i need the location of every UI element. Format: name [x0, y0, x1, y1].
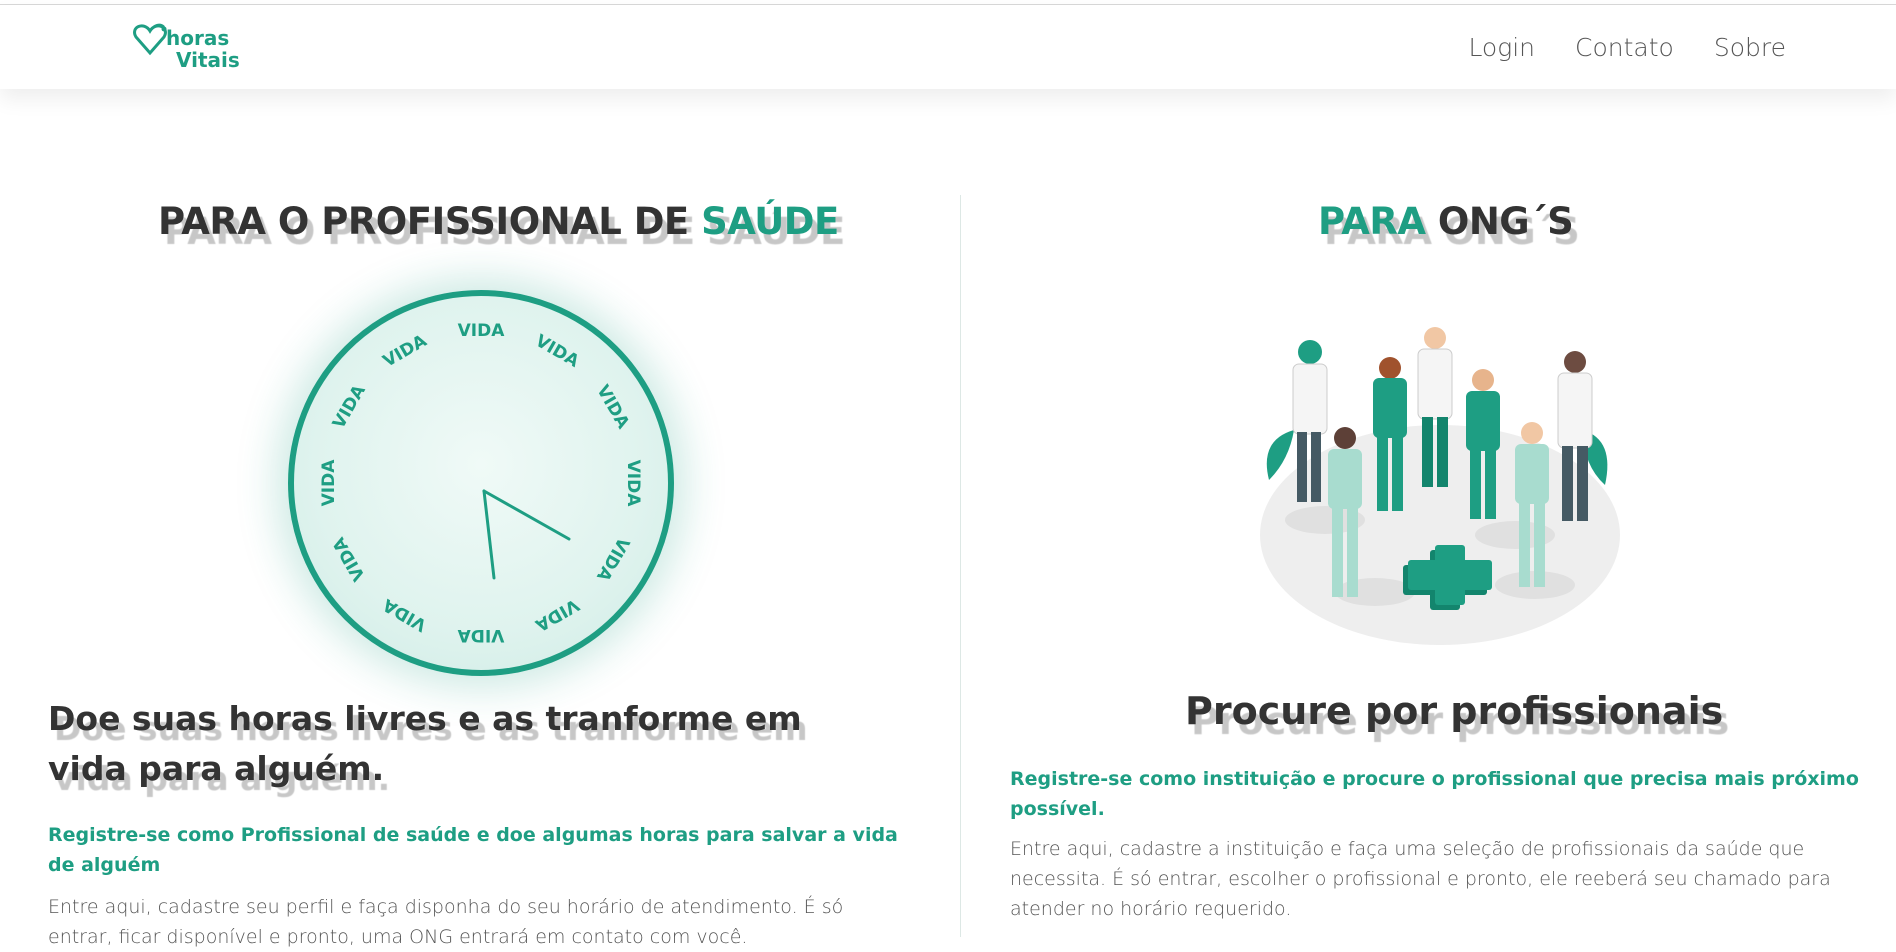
- right-heading-accent: PARA: [1318, 200, 1426, 243]
- nav-links: Login Contato Sobre: [1468, 33, 1786, 62]
- navbar: horas Vitais Login Contato Sobre: [0, 5, 1896, 89]
- clock-word: VIDA: [623, 460, 643, 508]
- column-divider: [960, 195, 961, 937]
- clock-word: VIDA: [592, 382, 633, 433]
- nav-login-link[interactable]: Login: [1468, 33, 1535, 62]
- left-subheading: Doe suas horas livres e as tranforme em …: [48, 699, 802, 788]
- clock-word: VIDA: [379, 594, 430, 635]
- left-body: Entre aqui, cadastre seu perfil e faça d…: [48, 896, 844, 948]
- right-heading-rest: ONG´S: [1425, 200, 1574, 243]
- clock-word: VIDA: [458, 321, 506, 341]
- logo-line1: horas: [166, 26, 230, 50]
- left-heading: PARA O PROFISSIONAL DE SAÚDE: [158, 200, 839, 243]
- left-heading-accent: SAÚDE: [701, 200, 839, 243]
- logo[interactable]: horas Vitais: [128, 19, 288, 79]
- health-professionals-illustration: [1255, 320, 1635, 650]
- clock-hour-hand: [482, 489, 571, 541]
- nav-sobre-link[interactable]: Sobre: [1714, 33, 1786, 62]
- left-heading-prefix: PARA O PROFISSIONAL DE: [158, 200, 702, 243]
- clock-illustration: VIDA VIDA VIDA VIDA VIDA VIDA VIDA VIDA VIDA VIDA…: [288, 290, 674, 676]
- clock-minute-hand: [482, 489, 496, 580]
- clock-word: VIDA: [532, 331, 583, 372]
- clock-word: VIDA: [329, 381, 370, 432]
- logo-line2: Vitais: [176, 48, 240, 72]
- clock-word: VIDA: [319, 459, 339, 507]
- nav-contato-link[interactable]: Contato: [1575, 33, 1674, 62]
- clock-svg: VIDAVIDAVIDAVIDAVIDAVIDAVIDAVIDAVIDAVIDA…: [319, 321, 643, 645]
- right-highlight: Registre-se como instituição e procure o…: [1010, 768, 1859, 820]
- clock-word: VIDA: [592, 534, 633, 585]
- clock-word: VIDA: [531, 594, 582, 635]
- clock-face: VIDA VIDA VIDA VIDA VIDA VIDA VIDA VIDA VIDA VIDA…: [288, 290, 674, 676]
- clock-word: VIDA: [380, 331, 431, 372]
- right-subheading: Procure por profissionais: [1185, 689, 1724, 733]
- clock-word: VIDA: [329, 533, 370, 584]
- right-heading: PARA ONG´S: [1318, 200, 1574, 243]
- left-highlight: Registre-se como Profissional de saúde e…: [48, 824, 898, 876]
- right-body: Entre aqui, cadastre a instituição e faç…: [1010, 838, 1831, 920]
- clock-word: VIDA: [457, 625, 505, 645]
